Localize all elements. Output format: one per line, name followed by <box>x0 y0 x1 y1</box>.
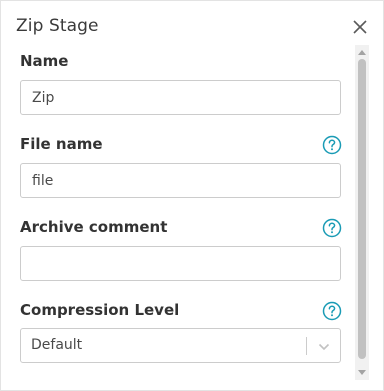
dialog-title: Zip Stage <box>16 16 99 36</box>
scroll-down-arrow-icon[interactable] <box>358 370 366 375</box>
compression-level-label: Compression Level <box>20 301 180 319</box>
close-button[interactable] <box>350 17 370 37</box>
archive-comment-label: Archive comment <box>20 218 168 236</box>
chevron-down-icon[interactable] <box>317 340 331 354</box>
compression-level-value: Default <box>31 337 83 353</box>
vertical-scrollbar[interactable] <box>355 45 369 380</box>
archive-comment-help-icon[interactable] <box>322 218 342 238</box>
zip-stage-dialog: Zip Stage Name File name Archive comment <box>0 0 384 391</box>
file-name-help-icon[interactable] <box>322 135 342 155</box>
name-input[interactable] <box>20 80 341 115</box>
name-label: Name <box>20 52 69 70</box>
file-name-input[interactable] <box>20 163 341 198</box>
scroll-up-arrow-icon[interactable] <box>358 50 366 55</box>
close-icon <box>350 17 370 37</box>
scroll-thumb[interactable] <box>358 59 366 359</box>
compression-level-help-icon[interactable] <box>322 301 342 321</box>
archive-comment-input[interactable] <box>20 246 341 281</box>
compression-level-select[interactable]: Default <box>20 328 341 363</box>
select-separator <box>306 337 307 355</box>
file-name-label: File name <box>20 135 103 153</box>
